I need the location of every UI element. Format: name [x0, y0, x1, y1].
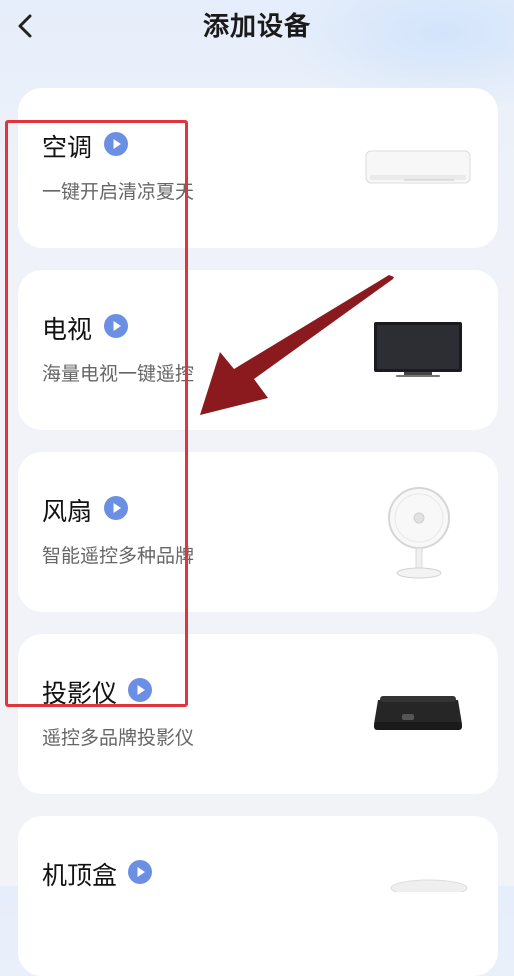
play-circle-icon[interactable]: [128, 860, 152, 884]
page-title: 添加设备: [202, 12, 311, 42]
air-conditioner-icon: [365, 150, 471, 184]
projector-icon: [374, 696, 462, 730]
header: 添加设备: [0, 0, 514, 56]
set-top-box-icon: [390, 879, 468, 892]
device-card-air-conditioner[interactable]: 空调 一键开启清凉夏天: [18, 88, 498, 248]
device-card-tv[interactable]: 电视 海量电视一键遥控: [18, 270, 498, 430]
device-name: 投影仪: [42, 679, 118, 708]
device-name: 风扇: [42, 497, 93, 526]
device-description: 智能遥控多种品牌: [42, 545, 195, 567]
play-circle-icon[interactable]: [104, 496, 128, 520]
play-circle-icon[interactable]: [104, 314, 128, 338]
fan-icon: [388, 487, 450, 579]
device-card-fan[interactable]: 风扇 智能遥控多种品牌: [18, 452, 498, 612]
device-name: 机顶盒: [42, 861, 118, 890]
device-name: 电视: [42, 315, 93, 344]
play-circle-icon[interactable]: [128, 678, 152, 702]
device-name: 空调: [42, 133, 93, 162]
play-circle-icon[interactable]: [104, 132, 128, 156]
device-description: 海量电视一键遥控: [42, 363, 195, 385]
device-description: 一键开启清凉夏天: [42, 181, 195, 203]
device-card-set-top-box[interactable]: 机顶盒: [18, 816, 498, 976]
tv-icon: [374, 322, 462, 377]
device-card-projector[interactable]: 投影仪 遥控多品牌投影仪: [18, 634, 498, 794]
device-description: 遥控多品牌投影仪: [42, 727, 195, 749]
